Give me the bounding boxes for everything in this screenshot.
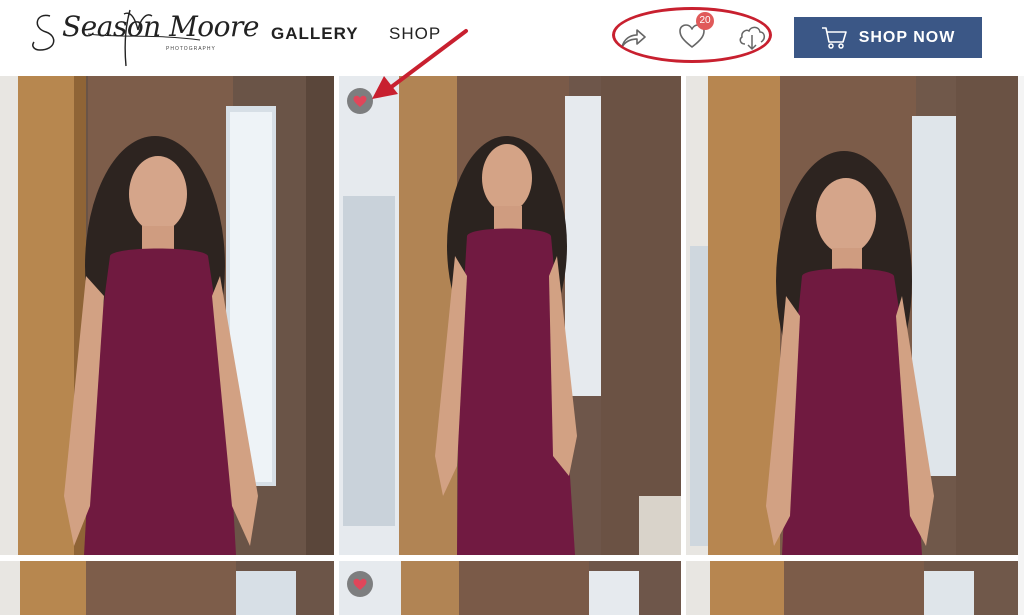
brand-logo[interactable]: Season Moore PHOTOGRAPHY xyxy=(28,4,259,70)
gallery-photo[interactable] xyxy=(0,76,334,555)
nav-shop[interactable]: SHOP xyxy=(389,24,441,44)
gallery-photo[interactable] xyxy=(0,561,334,615)
gallery-photo[interactable] xyxy=(686,76,1018,555)
annotation-ellipse xyxy=(612,7,772,63)
photo-image xyxy=(339,561,681,615)
gallery-photo[interactable] xyxy=(339,561,681,615)
photo-image xyxy=(686,561,1018,615)
photo-image xyxy=(686,76,1018,555)
heart-filled-icon xyxy=(353,95,367,107)
photo-image xyxy=(0,76,334,555)
scrollbar[interactable] xyxy=(1018,76,1024,615)
logo-name: Season Moore xyxy=(62,10,259,43)
shopping-cart-icon xyxy=(821,26,847,49)
logo-tagline: PHOTOGRAPHY xyxy=(166,46,216,52)
gallery-photo[interactable] xyxy=(339,76,681,555)
favorite-toggle[interactable] xyxy=(347,571,373,597)
nav-gallery[interactable]: GALLERY xyxy=(271,24,359,44)
heart-filled-icon xyxy=(353,578,367,590)
gallery-photo[interactable] xyxy=(686,561,1018,615)
favorite-toggle[interactable] xyxy=(347,88,373,114)
photo-image xyxy=(339,76,681,555)
shop-now-button[interactable]: SHOP NOW xyxy=(794,17,982,58)
photo-image xyxy=(0,561,334,615)
shop-now-label: SHOP NOW xyxy=(858,28,956,46)
header-bar: Season Moore PHOTOGRAPHY GALLERY SHOP 20… xyxy=(0,0,1024,76)
